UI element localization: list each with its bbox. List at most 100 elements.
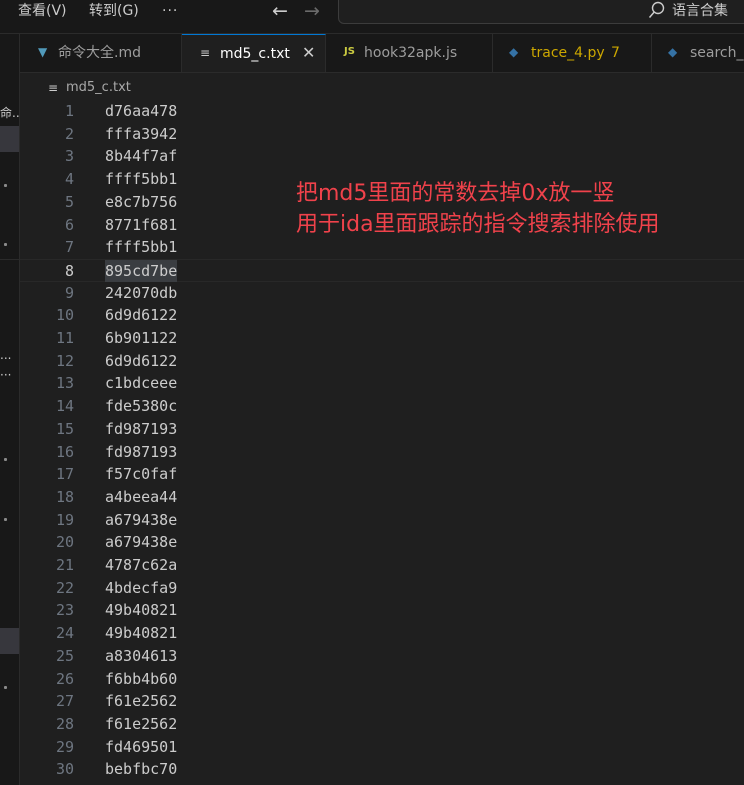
editor-line[interactable]: 14 fde5380c — [20, 395, 744, 418]
editor-line[interactable]: 25 a8304613 — [20, 645, 744, 668]
line-number: 21 — [55, 556, 74, 574]
menu-goto[interactable]: 转到(G) — [89, 2, 139, 20]
line-text[interactable]: 895cd7be — [105, 259, 178, 282]
line-text[interactable]: f57c0faf — [105, 463, 177, 485]
line-number: 29 — [55, 737, 74, 756]
sidebar-item-fragment: ··· — [0, 368, 12, 382]
editor-line[interactable]: 10 6d9d6122 — [20, 304, 744, 327]
search-label: 语言合集 — [672, 3, 728, 19]
editor-line[interactable]: 18 a4beea44 — [20, 486, 744, 509]
editor-line[interactable]: 23 49b40821 — [20, 599, 744, 622]
editor-line[interactable]: 21 4787c62a — [20, 554, 744, 577]
line-text[interactable]: 49b40821 — [105, 622, 177, 644]
tab-markdown[interactable]: ▼ 命令大全.md — [20, 34, 182, 72]
editor-line[interactable]: 24 49b40821 — [20, 622, 744, 645]
tab-label: search_ — [690, 45, 744, 61]
editor-line[interactable]: 29 fd469501 — [20, 736, 744, 759]
editor-line[interactable]: 30 bebfbc70 — [20, 758, 744, 781]
editor-line[interactable]: 19 a679438e — [20, 509, 744, 532]
line-text[interactable]: 4787c62a — [105, 554, 177, 576]
line-number: 6 — [64, 215, 74, 234]
line-text[interactable]: fd987193 — [105, 418, 177, 440]
line-text[interactable]: 6d9d6122 — [105, 350, 177, 372]
editor-line[interactable]: 11 6b901122 — [20, 327, 744, 350]
line-text[interactable]: fde5380c — [105, 395, 177, 417]
tab-hook32apk[interactable]: JS hook32apk.js — [326, 34, 493, 72]
markdown-icon: ▼ — [38, 45, 48, 59]
menu-more-button[interactable]: ··· — [162, 2, 178, 20]
line-text[interactable]: a4beea44 — [105, 486, 177, 508]
annotation-text: 把md5里面的常数去掉0x放一竖 用于ida里面跟踪的指令搜索排除使用 — [296, 178, 660, 240]
line-text[interactable]: 6b901122 — [105, 327, 177, 349]
annotation-line: 把md5里面的常数去掉0x放一竖 — [296, 181, 615, 206]
editor-line[interactable]: 15 fd987193 — [20, 418, 744, 441]
tab-md5-txt[interactable]: ≡ md5_c.txt ✕ — [182, 34, 326, 72]
line-text[interactable]: 4bdecfa9 — [105, 577, 177, 599]
line-text[interactable]: 49b40821 — [105, 599, 177, 621]
problems-count-badge: 7 — [611, 45, 620, 61]
editor-line[interactable]: 20 a679438e — [20, 531, 744, 554]
line-text[interactable]: 6d9d6122 — [105, 304, 177, 326]
line-text[interactable]: 242070db — [105, 282, 177, 304]
line-text[interactable]: a8304613 — [105, 645, 177, 667]
js-icon: JS — [344, 46, 355, 57]
close-icon[interactable]: ✕ — [302, 43, 315, 63]
editor-line[interactable]: 13 c1bdceee — [20, 372, 744, 395]
editor-line[interactable]: 8 895cd7be — [20, 258, 744, 282]
line-text[interactable]: ffff5bb1 — [105, 168, 177, 190]
editor-line[interactable]: 28 f61e2562 — [20, 713, 744, 736]
sidebar-selected-item[interactable] — [0, 628, 19, 654]
editor-line[interactable]: 26 f6bb4b60 — [20, 668, 744, 691]
line-number: 27 — [55, 692, 74, 711]
line-text[interactable]: f6bb4b60 — [105, 668, 177, 690]
editor-line[interactable]: 2 fffa3942 — [20, 123, 744, 146]
sidebar-item-fragment: 命... — [0, 106, 19, 120]
tab-label: hook32apk.js — [364, 45, 458, 61]
title-bar: 查看(V) 转到(G) ··· ← → 语言合集 — [0, 0, 744, 34]
editor-line[interactable]: 12 6d9d6122 — [20, 350, 744, 373]
line-number: 3 — [64, 147, 74, 166]
line-number: 9 — [64, 283, 74, 302]
line-text[interactable]: e8c7b756 — [105, 191, 177, 213]
editor-line[interactable]: 27 f61e2562 — [20, 690, 744, 713]
line-number: 15 — [55, 419, 74, 438]
line-number: 26 — [55, 669, 74, 688]
line-number: 22 — [55, 578, 74, 597]
line-number: 2 — [64, 124, 74, 143]
line-text[interactable]: d76aa478 — [105, 100, 177, 122]
line-text[interactable]: f61e2562 — [105, 690, 177, 712]
sidebar-marker — [4, 518, 7, 521]
editor-line[interactable]: 3 8b44f7af — [20, 145, 744, 168]
line-number: 11 — [55, 329, 74, 347]
line-text[interactable]: 8b44f7af — [105, 145, 177, 167]
line-text[interactable]: fd987193 — [105, 441, 177, 463]
forward-arrow-icon[interactable]: → — [304, 0, 320, 22]
line-number: 14 — [55, 397, 74, 416]
line-number: 24 — [55, 624, 74, 643]
menu-view[interactable]: 查看(V) — [18, 2, 67, 20]
editor-line[interactable]: 16 fd987193 — [20, 441, 744, 464]
line-text[interactable]: a679438e — [105, 509, 177, 531]
explorer-sidebar: 命... ... ··· — [0, 34, 20, 785]
back-arrow-icon[interactable]: ← — [272, 0, 288, 22]
line-number: 16 — [55, 442, 74, 461]
line-text[interactable]: a679438e — [105, 531, 177, 553]
line-text[interactable]: f61e2562 — [105, 713, 177, 735]
line-text[interactable]: fd469501 — [105, 736, 177, 758]
sidebar-marker — [4, 686, 7, 689]
breadcrumb-file[interactable]: md5_c.txt — [66, 80, 131, 96]
sidebar-selected-item[interactable] — [0, 126, 19, 152]
line-text[interactable]: 8771f681 — [105, 214, 177, 236]
line-text[interactable]: c1bdceee — [105, 372, 177, 394]
editor-line[interactable]: 9 242070db — [20, 282, 744, 305]
line-text[interactable]: bebfbc70 — [105, 758, 177, 780]
line-text[interactable]: ffff5bb1 — [105, 236, 177, 258]
tab-search[interactable]: ◆ search_ — [652, 34, 744, 72]
tab-trace-4[interactable]: ◆ trace_4.py 7 — [493, 34, 652, 72]
line-text[interactable]: fffa3942 — [105, 123, 177, 145]
editor-line[interactable]: 22 4bdecfa9 — [20, 577, 744, 600]
editor-line[interactable]: 17 f57c0faf — [20, 463, 744, 486]
tab-label: trace_4.py — [531, 45, 605, 61]
editor-tab-bar: ▼ 命令大全.md ≡ md5_c.txt ✕ JS hook32apk.js … — [20, 34, 744, 73]
editor-line[interactable]: 1 d76aa478 — [20, 100, 744, 123]
